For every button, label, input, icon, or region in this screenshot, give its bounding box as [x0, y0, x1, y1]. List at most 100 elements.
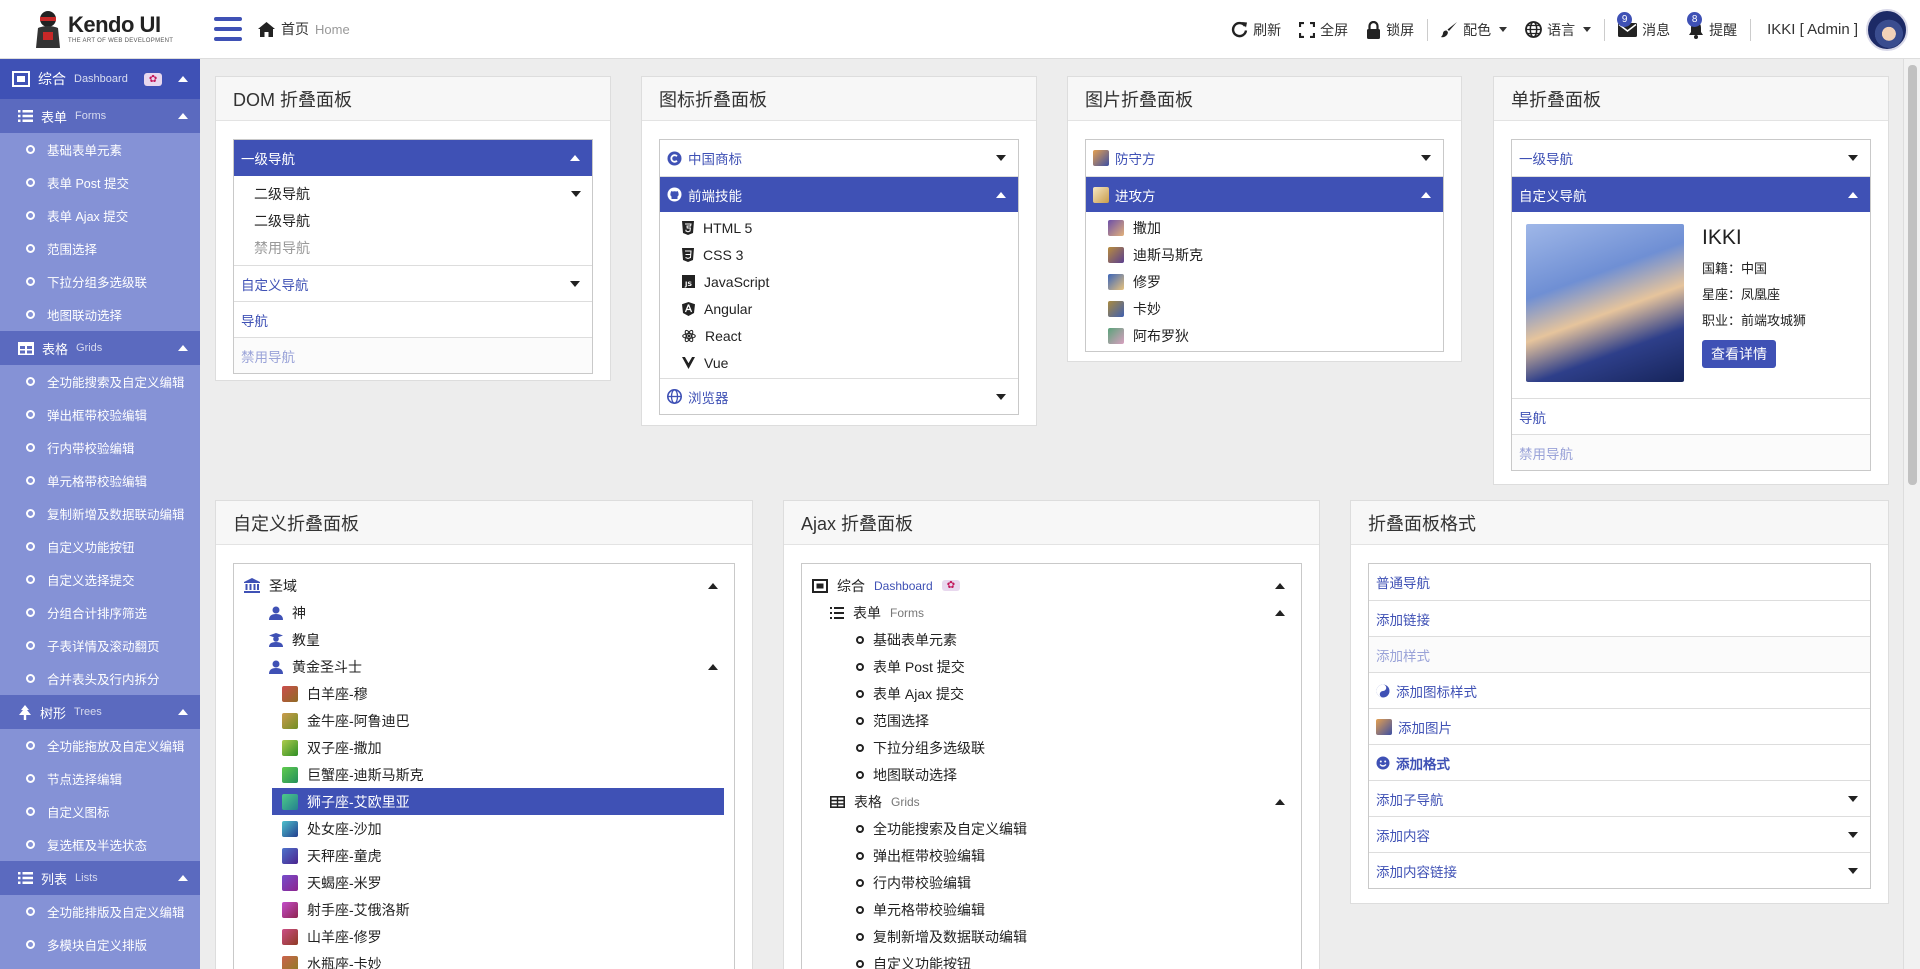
lock-button[interactable]: 锁屏 [1357, 20, 1423, 40]
sidebar-section-grids[interactable]: 表格 Grids [0, 331, 200, 365]
ajax-leaf-node[interactable]: 自定义功能按钮 [812, 950, 1291, 969]
sidebar-section-trees[interactable]: 树形 Trees [0, 695, 200, 729]
sidebar-item[interactable]: 分组合计排序筛选 [0, 596, 200, 629]
tree-node[interactable]: 巨蟹座-迪斯马斯克 [244, 761, 724, 788]
skill-item[interactable]: JS JavaScript [660, 268, 1018, 295]
image-member-item[interactable]: 卡妙 [1086, 295, 1443, 322]
image-attack-header[interactable]: 进攻方 [1086, 176, 1443, 212]
image-member-item[interactable]: 修罗 [1086, 268, 1443, 295]
format-row-image[interactable]: 添加图片 [1369, 708, 1870, 744]
sidebar-item[interactable]: 全功能搜索及自定义编辑 [0, 365, 200, 398]
format-row-plain[interactable]: 普通导航 [1369, 564, 1870, 600]
sidebar-item[interactable]: 基础表单元素 [0, 133, 200, 166]
user-menu[interactable]: IKKI [ Admin ] [1767, 8, 1908, 51]
sidebar-section-forms[interactable]: 表单 Forms [0, 99, 200, 133]
view-details-button[interactable]: 查看详情 [1702, 340, 1776, 368]
refresh-button[interactable]: 刷新 [1222, 20, 1290, 40]
sidebar-item[interactable]: 地图联动选择 [0, 298, 200, 331]
format-row-icon-style[interactable]: 添加图标样式 [1369, 672, 1870, 708]
ajax-leaf-node[interactable]: 全功能搜索及自定义编辑 [812, 815, 1291, 842]
tree-node[interactable]: 神 [244, 599, 724, 626]
dom-sub-item[interactable]: 二级导航 [234, 207, 592, 234]
sidebar-item[interactable]: 节点选择编辑 [0, 762, 200, 795]
sidebar-item[interactable]: 弹出框带校验编辑 [0, 398, 200, 431]
icon-frontend-header[interactable]: 前端技能 [660, 176, 1018, 212]
image-defense-header[interactable]: 防守方 [1086, 140, 1443, 176]
single-custom-header[interactable]: 自定义导航 [1512, 176, 1870, 212]
format-row-link[interactable]: 添加链接 [1369, 600, 1870, 636]
sidebar-item[interactable]: 复选框及半选状态 [0, 828, 200, 861]
dom-nav-item[interactable]: 导航 [234, 301, 592, 337]
ajax-node-dashboard[interactable]: 综合 Dashboard ✿ [812, 572, 1291, 599]
sidebar-item[interactable]: 单元格带校验编辑 [0, 464, 200, 497]
ajax-leaf-node[interactable]: 基础表单元素 [812, 626, 1291, 653]
skill-item[interactable]: Vue [660, 349, 1018, 376]
sidebar-item[interactable]: 全功能拖放及自定义编辑 [0, 729, 200, 762]
ajax-leaf-node[interactable]: 行内带校验编辑 [812, 869, 1291, 896]
ajax-leaf-node[interactable]: 弹出框带校验编辑 [812, 842, 1291, 869]
sidebar-item[interactable]: 行内带校验编辑 [0, 431, 200, 464]
dom-custom-header[interactable]: 自定义导航 [234, 265, 592, 301]
skill-item[interactable]: React [660, 322, 1018, 349]
skill-item[interactable]: HTML 5 [660, 214, 1018, 241]
ajax-node-grids[interactable]: 表格 Grids [812, 788, 1291, 815]
sidebar-item[interactable]: 多模块自定义排版 [0, 928, 200, 961]
tree-node[interactable]: 白羊座-穆 [244, 680, 724, 707]
image-member-item[interactable]: 撒加 [1086, 214, 1443, 241]
sidebar-item[interactable]: 合并表头及行内拆分 [0, 662, 200, 695]
sidebar-item-dashboard[interactable]: 综合 Dashboard ✿ [0, 59, 200, 99]
sidebar-item[interactable]: 表单 Post 提交 [0, 166, 200, 199]
tree-node[interactable]: 教皇 [244, 626, 724, 653]
single-level1-header[interactable]: 一级导航 [1512, 140, 1870, 176]
ajax-leaf-node[interactable]: 单元格带校验编辑 [812, 896, 1291, 923]
messages-button[interactable]: 9 消息 [1609, 11, 1679, 40]
ajax-leaf-node[interactable]: 范围选择 [812, 707, 1291, 734]
tree-node[interactable]: 天秤座-童虎 [244, 842, 724, 869]
tree-node[interactable]: 水瓶座-卡妙 [244, 950, 724, 969]
sidebar-section-lists[interactable]: 列表 Lists [0, 861, 200, 895]
sidebar-item[interactable]: 范围选择 [0, 232, 200, 265]
breadcrumb-home[interactable]: 首页 [281, 19, 309, 39]
theme-dropdown[interactable]: 配色 [1432, 20, 1516, 40]
tree-node[interactable]: 处女座-沙加 [244, 815, 724, 842]
menu-toggle-button[interactable] [214, 17, 242, 41]
ajax-leaf-node[interactable]: 下拉分组多选级联 [812, 734, 1291, 761]
image-member-item[interactable]: 迪斯马斯克 [1086, 241, 1443, 268]
dom-level1-header[interactable]: 一级导航 [234, 140, 592, 176]
icon-browser-header[interactable]: 浏览器 [660, 378, 1018, 414]
icon-brand-header[interactable]: 中国商标 [660, 140, 1018, 176]
page-scrollbar[interactable] [1903, 59, 1920, 969]
format-row-subnav[interactable]: 添加子导航 [1369, 780, 1870, 816]
format-row-content-link[interactable]: 添加内容链接 [1369, 852, 1870, 888]
sidebar-item[interactable]: 自定义功能按钮 [0, 530, 200, 563]
tree-node[interactable]: 双子座-撒加 [244, 734, 724, 761]
brand-logo[interactable]: Kendo UI THE ART OF WEB DEVELOPMENT [0, 0, 200, 59]
sidebar-item[interactable]: 自定义图标 [0, 795, 200, 828]
skill-item[interactable]: Angular [660, 295, 1018, 322]
ajax-leaf-node[interactable]: 地图联动选择 [812, 761, 1291, 788]
tree-node[interactable]: 射手座-艾俄洛斯 [244, 896, 724, 923]
single-nav-item[interactable]: 导航 [1512, 398, 1870, 434]
sidebar-item[interactable]: 全功能排版及自定义编辑 [0, 895, 200, 928]
ajax-leaf-node[interactable]: 表单 Post 提交 [812, 653, 1291, 680]
format-row-content[interactable]: 添加内容 [1369, 816, 1870, 852]
tree-node[interactable]: 天蝎座-米罗 [244, 869, 724, 896]
ajax-node-forms[interactable]: 表单 Forms [812, 599, 1291, 626]
reminders-button[interactable]: 8 提醒 [1679, 11, 1746, 40]
tree-node[interactable]: 黄金圣斗士 [244, 653, 724, 680]
scrollbar-thumb[interactable] [1908, 65, 1917, 485]
image-member-item[interactable]: 阿布罗狄 [1086, 322, 1443, 349]
sidebar-item[interactable]: 表单 Ajax 提交 [0, 199, 200, 232]
format-row-format[interactable]: 添加格式 [1369, 744, 1870, 780]
sidebar-item[interactable]: 复制新增及数据联动编辑 [0, 497, 200, 530]
fullscreen-button[interactable]: 全屏 [1290, 20, 1357, 40]
sidebar-item[interactable]: 子表详情及滚动翻页 [0, 629, 200, 662]
tree-node[interactable]: 山羊座-修罗 [244, 923, 724, 950]
tree-node-root[interactable]: 圣域 [244, 572, 724, 599]
dom-sub-item[interactable]: 二级导航 [234, 180, 592, 207]
language-dropdown[interactable]: 语言 [1516, 20, 1600, 40]
skill-item[interactable]: CSS 3 [660, 241, 1018, 268]
sidebar-item[interactable]: 自定义选择提交 [0, 563, 200, 596]
ajax-leaf-node[interactable]: 复制新增及数据联动编辑 [812, 923, 1291, 950]
tree-node[interactable]: 金牛座-阿鲁迪巴 [244, 707, 724, 734]
